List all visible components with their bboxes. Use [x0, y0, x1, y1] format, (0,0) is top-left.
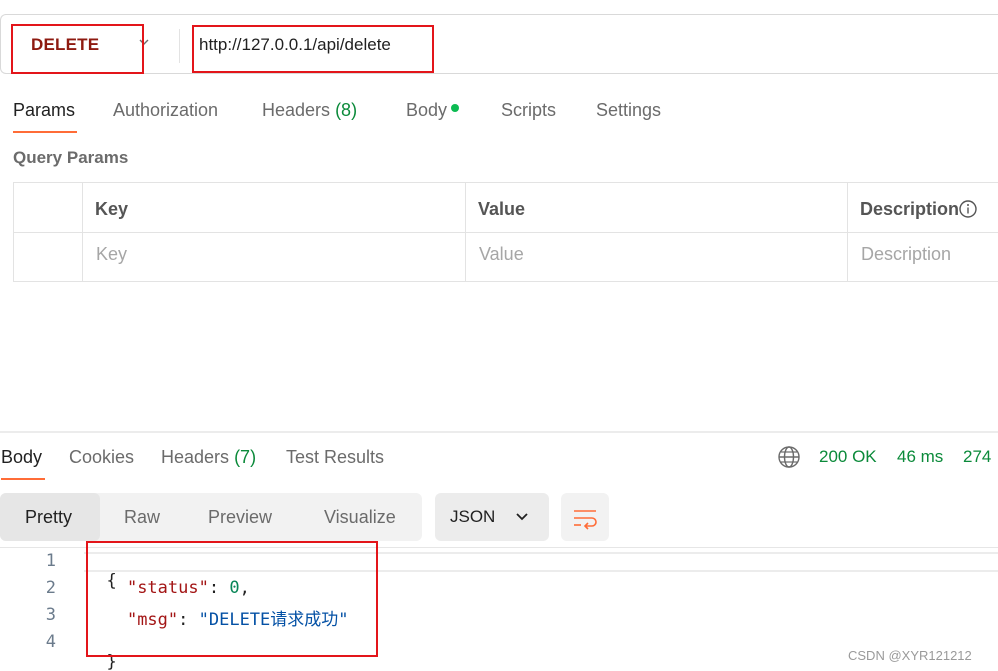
line-number: 2	[45, 578, 56, 598]
method-highlight-box	[11, 24, 144, 74]
query-params-table: Key Value Description Key Value Descript…	[13, 182, 998, 282]
line-number: 4	[45, 632, 56, 652]
column-separator	[82, 183, 83, 281]
response-tab-headers-count: (7)	[234, 447, 257, 467]
response-tab-test-results[interactable]: Test Results	[286, 447, 384, 468]
tab-scripts[interactable]: Scripts	[501, 100, 556, 121]
line-number: 3	[45, 605, 56, 625]
info-icon[interactable]	[958, 199, 978, 224]
view-mode-visualize[interactable]: Visualize	[324, 507, 396, 528]
tab-body-label: Body	[406, 100, 448, 120]
key-input[interactable]: Key	[96, 244, 127, 265]
tab-headers[interactable]: Headers (8)	[262, 100, 357, 121]
request-url-bar: DELETE http://127.0.0.1/api/delete	[0, 14, 998, 74]
tab-body[interactable]: Body	[406, 100, 460, 121]
column-header-key: Key	[95, 199, 129, 219]
watermark: CSDN @XYR121212	[848, 648, 972, 663]
response-time[interactable]: 46 ms	[897, 447, 943, 467]
column-separator	[847, 183, 848, 281]
wrap-lines-icon	[572, 505, 598, 536]
active-tab-indicator	[13, 131, 77, 133]
active-response-tab-indicator	[1, 478, 45, 480]
response-tab-cookies[interactable]: Cookies	[69, 447, 134, 468]
chevron-down-icon	[514, 510, 530, 529]
value-input[interactable]: Value	[479, 244, 524, 265]
line-number: 1	[45, 551, 56, 571]
tab-settings[interactable]: Settings	[596, 100, 661, 121]
response-body-highlight-box	[86, 541, 378, 657]
column-header-description: Description	[860, 199, 960, 219]
response-tab-body[interactable]: Body	[1, 447, 42, 468]
response-tab-headers-label: Headers	[161, 447, 230, 467]
column-separator	[465, 183, 466, 281]
response-status-code[interactable]: 200 OK	[819, 447, 877, 467]
tab-headers-count: (8)	[335, 100, 358, 120]
view-mode-preview[interactable]: Preview	[208, 507, 272, 528]
view-mode-pretty[interactable]: Pretty	[25, 507, 72, 528]
url-separator	[179, 29, 180, 63]
tab-authorization[interactable]: Authorization	[113, 100, 218, 121]
column-header-value: Value	[478, 199, 526, 219]
response-pane-divider[interactable]	[0, 431, 998, 433]
tab-headers-label: Headers	[262, 100, 331, 120]
response-tab-headers[interactable]: Headers (7)	[161, 447, 256, 468]
body-indicator-dot	[451, 104, 460, 113]
response-size[interactable]: 274	[963, 447, 991, 467]
query-params-title: Query Params	[13, 148, 129, 167]
globe-icon[interactable]	[777, 445, 801, 474]
view-mode-raw[interactable]: Raw	[124, 507, 160, 528]
tab-params[interactable]: Params	[13, 100, 75, 121]
description-input[interactable]: Description	[861, 244, 951, 265]
row-separator	[14, 232, 998, 233]
format-select-label: JSON	[450, 507, 496, 526]
url-highlight-box	[192, 25, 434, 73]
